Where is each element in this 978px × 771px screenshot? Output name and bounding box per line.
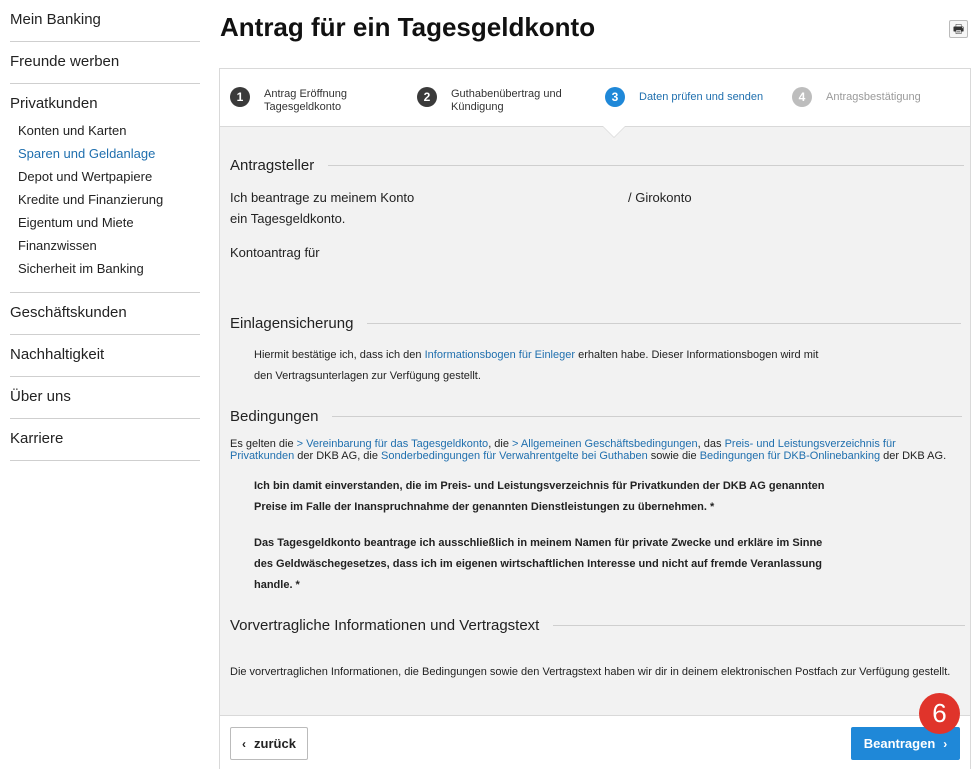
sidebar-item-freunde-werben[interactable]: Freunde werben [10,42,200,83]
cond-text-part: , das [697,438,725,450]
step-number: 4 [792,87,812,107]
einlagen-text-part: den Vertragsunterlagen zur Verfügung ges… [254,370,481,382]
sidebar-section-mein-banking: Mein Banking [10,0,200,42]
step-pointer [603,126,625,137]
page-title: Antrag für ein Tagesgeldkonto [220,12,596,42]
application-panel: 1 Antrag Eröffnung Tagesgeldkonto 2 Guth… [219,68,971,769]
cond-text-part: der DKB AG, die [294,450,382,462]
sidebar-subitem-konten-karten[interactable]: Konten und Karten [18,119,200,142]
section-title-bedingungen: Bedingungen [230,408,963,425]
back-button[interactable]: ‹ zurück [230,727,308,760]
sidebar-subitem-kredite-finanzierung[interactable]: Kredite und Finanzierung [18,188,200,211]
form-footer: ‹ zurück Beantragen › [220,715,970,769]
section-title-antragsteller: Antragsteller [230,157,965,174]
informationsbogen-link[interactable]: Informationsbogen für Einleger [425,349,575,361]
sidebar-subitem-sparen-geldanlage[interactable]: Sparen und Geldanlage [18,142,200,165]
submit-button-label: Beantragen [863,736,936,751]
sidebar-item-mein-banking[interactable]: Mein Banking [10,0,200,41]
step-number: 2 [417,87,437,107]
einlagensicherung-text: Hiermit bestätige ich, dass ich den Info… [254,345,874,387]
account-line-2: ein Tagesgeldkonto. [230,211,346,226]
sidebar-subitem-finanzwissen[interactable]: Finanzwissen [18,234,200,257]
step-label: Antragsbestätigung [826,91,921,103]
step-number: 3 [605,87,625,107]
section-title-text: Bedingungen [230,408,319,425]
step-label: Antrag Eröffnung Tagesgeldkonto [264,88,347,113]
sidebar-section-karriere: Karriere [10,419,200,461]
back-button-label: zurück [254,736,296,751]
onlinebanking-link[interactable]: Bedingungen für DKB-Onlinebanking [700,450,880,462]
step-label: Daten prüfen und senden [639,91,764,103]
sidebar-section-privatkunden: Privatkunden Konten und Karten Sparen un… [10,84,200,293]
section-title-text: Antragsteller [230,157,315,174]
vorvertraglich-text: Die vorvertraglichen Informationen, die … [230,666,951,678]
sidebar-subitem-sicherheit[interactable]: Sicherheit im Banking [18,257,200,280]
einlagen-text-part: erhalten habe. Dieser Informationsbogen … [575,349,819,361]
agb-link[interactable]: > Allgemeinen Geschäftsbedingungen [512,438,698,450]
chevron-left-icon: ‹ [242,736,247,751]
section-divider [553,625,966,626]
sidebar-section-geschaeftskunden: Geschäftskunden [10,293,200,335]
sonderbedingungen-link[interactable]: Sonderbedingungen für Verwahrentgelte be… [381,450,648,462]
sidebar-item-nachhaltigkeit[interactable]: Nachhaltigkeit [10,335,200,376]
print-icon[interactable]: 🖶 [949,20,968,38]
account-type: / Girokonto [628,190,692,205]
sidebar-item-ueber-uns[interactable]: Über uns [10,377,200,418]
step-1: 1 Antrag Eröffnung Tagesgeldkonto [230,87,384,114]
cond-text-part: sowie die [647,450,700,462]
step-4: 4 Antragsbestätigung [792,87,921,107]
section-divider [332,416,963,417]
sidebar-item-geschaeftskunden[interactable]: Geschäftskunden [10,293,200,334]
chevron-right-icon: › [943,736,948,751]
step-label: Guthabenübertrag und Kündigung [451,88,562,113]
section-divider [328,165,965,166]
section-title-text: Einlagensicherung [230,315,354,332]
section-divider [367,323,962,324]
sidebar: Mein Banking Freunde werben Privatkunden… [10,0,200,461]
bedingungen-text: Es gelten die > Vereinbarung für das Tag… [230,438,960,462]
section-title-einlagensicherung: Einlagensicherung [230,315,962,332]
account-line: Ich beantrage zu meinem Konto [230,190,415,205]
annotation-badge: 6 [919,693,960,734]
sidebar-subitem-eigentum-miete[interactable]: Eigentum und Miete [18,211,200,234]
section-title-vorvertraglich: Vorvertragliche Informationen und Vertra… [230,617,966,634]
cond-text-part: der DKB AG. [880,450,947,462]
progress-stepper: 1 Antrag Eröffnung Tagesgeldkonto 2 Guth… [220,69,970,127]
consent-preise: Ich bin damit einverstanden, die im Prei… [254,480,825,513]
consent-geldwaesche: Das Tagesgeldkonto beantrage ich ausschl… [254,537,823,591]
cond-text-part: , die [488,438,513,450]
sidebar-submenu: Konten und Karten Sparen und Geldanlage … [10,119,200,292]
step-3: 3 Daten prüfen und senden [605,87,763,107]
cond-text-part: Es gelten die [230,438,297,450]
einlagen-text-part: Hiermit bestätige ich, dass ich den [254,349,425,361]
section-title-text: Vorvertragliche Informationen und Vertra… [230,617,540,634]
step-number: 1 [230,87,250,107]
sidebar-section-freunde-werben: Freunde werben [10,42,200,84]
vereinbarung-link[interactable]: > Vereinbarung für das Tagesgeldkonto [297,438,489,450]
application-for: Kontoantrag für [230,245,320,260]
sidebar-subitem-depot-wertpapiere[interactable]: Depot und Wertpapiere [18,165,200,188]
sidebar-item-karriere[interactable]: Karriere [10,419,200,460]
step-2: 2 Guthabenübertrag und Kündigung [417,87,576,114]
sidebar-section-nachhaltigkeit: Nachhaltigkeit [10,335,200,377]
sidebar-section-ueber-uns: Über uns [10,377,200,419]
